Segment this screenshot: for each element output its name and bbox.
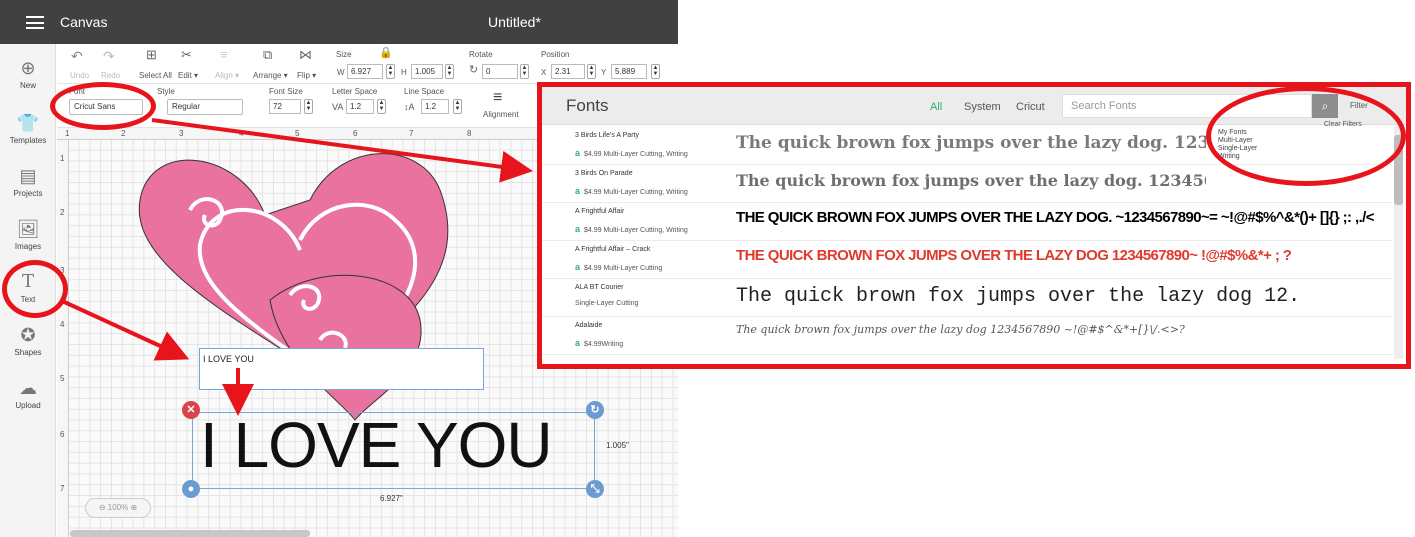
cricut-access-icon: a: [575, 148, 581, 158]
resize-handle-icon[interactable]: ⤡: [586, 480, 604, 498]
font-sample: THE QUICK BROWN FOX JUMPS OVER THE LAZY …: [736, 247, 1292, 264]
font-row[interactable]: Adalaide a $4.99Writing The quick brown f…: [542, 317, 1392, 355]
font-name: Adalaide: [575, 322, 603, 329]
font-select-highlight: [50, 82, 156, 130]
font-name: 3 Birds Life's A Party: [575, 132, 639, 139]
font-meta-text: $4.99Writing: [584, 341, 624, 348]
font-row[interactable]: A Frightful Affair – Crack a $4.99 Multi-…: [542, 241, 1392, 279]
font-row[interactable]: ALA BT Courier Single-Layer Cutting The …: [542, 279, 1392, 317]
delete-handle-icon[interactable]: ✕: [182, 401, 200, 419]
font-sample: The quick brown fox jumps over the lazy …: [736, 323, 1185, 336]
font-sample: The quick brown fox jumps over the lazy …: [736, 285, 1301, 308]
font-meta: a $4.99 Multi-Layer Cutting: [575, 262, 662, 272]
font-meta-text: Single-Layer Cutting: [575, 300, 639, 307]
font-meta: a $4.99 Multi-Layer Cutting, Writing: [575, 186, 688, 196]
canvas-text-object[interactable]: I LOVE YOU: [200, 405, 553, 485]
text-tool-highlight: [2, 260, 68, 318]
height-dimension: 1.005": [606, 441, 629, 450]
lock-handle-icon[interactable]: ●: [182, 480, 200, 498]
tab-all[interactable]: All: [930, 101, 942, 113]
fonts-panel-title: Fonts: [566, 96, 609, 115]
font-meta: a $4.99 Multi-Layer Cutting, Writing: [575, 224, 688, 234]
font-meta-text: $4.99 Multi-Layer Cutting, Writing: [584, 227, 688, 234]
text-edit-value[interactable]: I LOVE YOU: [203, 354, 254, 364]
font-sample: The quick brown fox jumps over the lazy …: [736, 133, 1206, 153]
cricut-access-icon: a: [575, 338, 581, 348]
font-name: A Frightful Affair – Crack: [575, 246, 651, 253]
zoom-value: 100%: [107, 503, 129, 512]
rotate-handle-icon[interactable]: ↻: [586, 401, 604, 419]
cricut-access-icon: a: [575, 224, 581, 234]
font-meta: a $4.99Writing: [575, 338, 623, 348]
font-sample: THE QUICK BROWN FOX JUMPS OVER THE LAZY …: [736, 209, 1374, 226]
horizontal-scrollbar[interactable]: [70, 530, 310, 537]
tab-cricut[interactable]: Cricut: [1016, 101, 1045, 113]
cricut-access-icon: a: [575, 262, 581, 272]
tab-system[interactable]: System: [964, 101, 1001, 113]
font-name: A Frightful Affair: [575, 208, 625, 215]
font-sample: The quick brown fox jumps over the lazy …: [736, 171, 1206, 190]
zoom-control[interactable]: ⊖ 100% ⊕: [85, 498, 151, 518]
font-meta-text: $4.99 Multi-Layer Cutting, Writing: [584, 189, 688, 196]
font-name: 3 Birds On Parade: [575, 170, 633, 177]
font-name: ALA BT Courier: [575, 284, 624, 291]
filter-highlight: [1206, 86, 1406, 186]
cricut-access-icon: a: [575, 186, 581, 196]
font-meta: a $4.99 Multi-Layer Cutting, Writing: [575, 148, 688, 158]
font-meta-text: $4.99 Multi-Layer Cutting: [584, 265, 663, 272]
width-dimension: 6.927": [380, 494, 403, 503]
font-row[interactable]: A Frightful Affair a $4.99 Multi-Layer Cu…: [542, 203, 1392, 241]
text-edit-box[interactable]: I LOVE YOU: [199, 348, 484, 390]
font-meta-text: $4.99 Multi-Layer Cutting, Writing: [584, 151, 688, 158]
